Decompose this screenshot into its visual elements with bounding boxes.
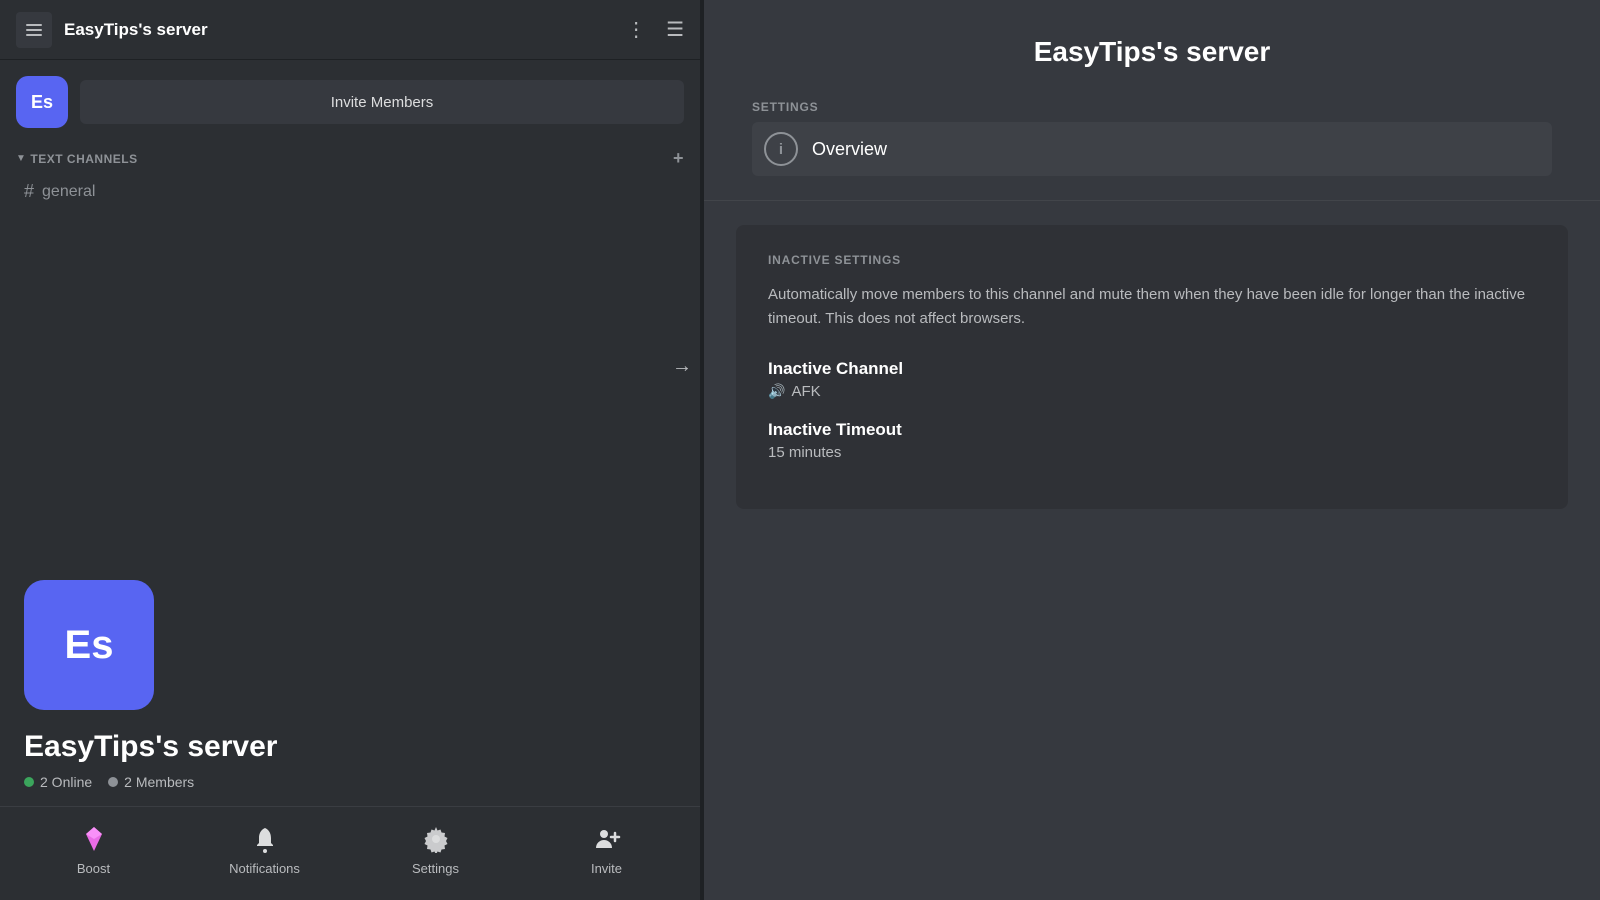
settings-action[interactable]: Settings <box>350 823 521 876</box>
notifications-label: Notifications <box>229 861 300 876</box>
settings-section-label: SETTINGS <box>752 100 1552 114</box>
channel-hash-icon: # <box>24 181 34 202</box>
members-stat: 2 Members <box>108 774 194 790</box>
channel-section: ▼ TEXT CHANNELS + # general <box>0 136 700 208</box>
left-bottom-section: Es EasyTips's server 2 Online 2 Members <box>0 548 700 900</box>
overview-nav-label: Overview <box>812 139 887 160</box>
invite-area: Es Invite Members <box>0 60 700 136</box>
server-stats: 2 Online 2 Members <box>24 774 676 790</box>
members-dot <box>108 777 118 787</box>
right-panel-title: EasyTips's server <box>752 36 1552 68</box>
inactive-timeout-label: Inactive Timeout <box>768 420 1536 440</box>
add-channel-icon[interactable]: + <box>673 148 684 169</box>
bell-icon <box>249 823 281 855</box>
right-panel-header: EasyTips's server SETTINGS i Overview <box>704 0 1600 201</box>
overview-nav-item[interactable]: i Overview <box>752 122 1552 176</box>
channel-name-general: general <box>42 183 95 201</box>
inactive-channel-row: Inactive Channel 🔊 AFK <box>768 359 1536 400</box>
gear-icon <box>420 823 452 855</box>
server-avatar-small: Es <box>16 76 68 128</box>
inactive-timeout-row: Inactive Timeout 15 minutes <box>768 420 1536 461</box>
invite-action[interactable]: Invite <box>521 823 692 876</box>
invite-add-icon <box>591 823 623 855</box>
inactive-timeout-value: 15 minutes <box>768 444 1536 461</box>
speaker-icon: 🔊 <box>768 383 785 400</box>
notifications-action[interactable]: Notifications <box>179 823 350 876</box>
settings-content: INACTIVE SETTINGS Automatically move mem… <box>704 201 1600 900</box>
online-stat: 2 Online <box>24 774 92 790</box>
server-avatar-large: Es <box>24 580 154 710</box>
server-icon-small <box>16 12 52 48</box>
settings-label: Settings <box>412 861 459 876</box>
scroll-right-arrow: → <box>672 355 692 378</box>
more-options-icon[interactable]: ⋮ <box>626 17 646 42</box>
left-panel: EasyTips's server ⋮ ☰ Es Invite Members … <box>0 0 700 900</box>
bottom-action-bar: Boost Notifications <box>0 806 700 900</box>
inactive-channel-value: 🔊 AFK <box>768 383 1536 400</box>
channel-section-label: TEXT CHANNELS <box>30 152 137 166</box>
inactive-channel-label: Inactive Channel <box>768 359 1536 379</box>
channel-section-header: ▼ TEXT CHANNELS + <box>16 144 684 173</box>
server-title-top: EasyTips's server <box>64 20 614 40</box>
server-info-section: Es EasyTips's server 2 Online 2 Members <box>0 548 700 806</box>
boost-action[interactable]: Boost <box>8 823 179 876</box>
boost-label: Boost <box>77 861 110 876</box>
invite-members-button[interactable]: Invite Members <box>80 80 684 124</box>
inactive-settings-description: Automatically move members to this chann… <box>768 283 1536 331</box>
hamburger-icon[interactable]: ☰ <box>666 17 684 42</box>
collapse-arrow-icon: ▼ <box>16 153 26 164</box>
online-dot <box>24 777 34 787</box>
inactive-settings-title: INACTIVE SETTINGS <box>768 253 1536 267</box>
boost-icon <box>78 823 110 855</box>
top-bar: EasyTips's server ⋮ ☰ <box>0 0 700 60</box>
info-icon: i <box>764 132 798 166</box>
server-name-large: EasyTips's server <box>24 730 676 764</box>
right-panel: EasyTips's server SETTINGS i Overview IN… <box>704 0 1600 900</box>
inactive-settings-card: INACTIVE SETTINGS Automatically move mem… <box>736 225 1568 509</box>
channel-item-general[interactable]: # general <box>16 175 684 208</box>
invite-label: Invite <box>591 861 622 876</box>
